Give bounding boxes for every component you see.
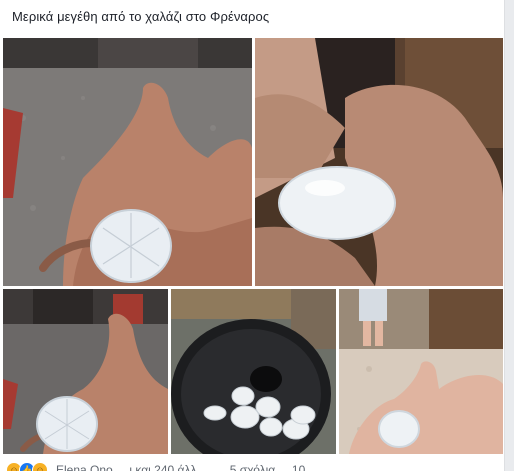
photo-hailstones-lid[interactable]: [171, 289, 336, 454]
photo-hailstone-fingers[interactable]: [255, 38, 503, 286]
photo-hailstone-hand-floor[interactable]: [339, 289, 503, 454]
reactions-summary[interactable]: ☺ 👍 ☺: [6, 462, 48, 471]
post-caption: Μερικά μεγέθη από το χαλάζι στο Φρέναρος: [12, 9, 270, 24]
photo-hailstone-palm-1[interactable]: [3, 38, 252, 286]
post-footer: ☺ 👍 ☺ Elena Ono ... ι και 240 άλλ... . .…: [0, 458, 504, 471]
photo-hailstone-palm-2[interactable]: [3, 289, 168, 454]
page-background-edge: [505, 0, 514, 471]
post-card: Μερικά μεγέθη από το χαλάζι στο Φρέναρος: [0, 0, 505, 471]
reactions-text[interactable]: Elena Ono ... ι και 240 άλλ... . . . 5 σ…: [56, 463, 319, 471]
wow-icon: ☺: [32, 462, 48, 471]
